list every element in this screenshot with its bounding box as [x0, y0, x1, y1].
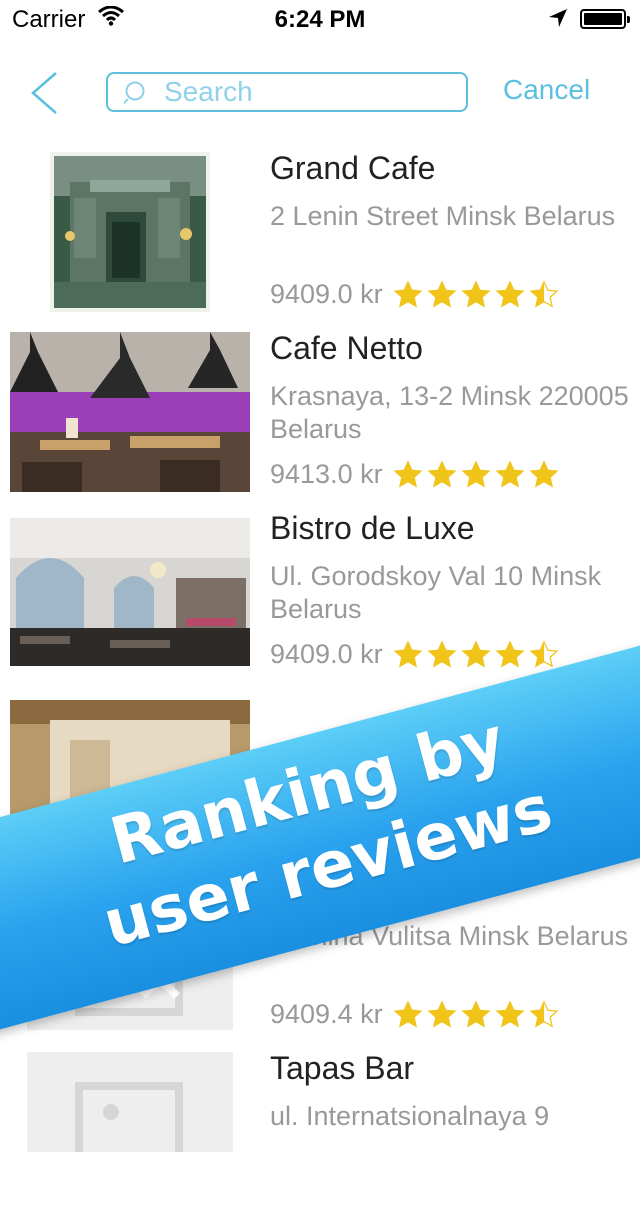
clock: 6:24 PM: [274, 6, 366, 33]
star-filled-icon: [461, 459, 491, 487]
star-filled-icon: [393, 459, 423, 487]
star-filled-icon: [393, 639, 423, 667]
star-filled-icon: [495, 639, 525, 667]
star-filled-icon: [461, 639, 491, 667]
image-placeholder-icon: [75, 1082, 183, 1160]
rating-stars: [393, 459, 563, 490]
place-photo: [10, 332, 250, 492]
star-half-icon: [529, 639, 559, 667]
photo-placeholder: [27, 1052, 233, 1160]
rating-stars: [393, 279, 563, 310]
battery-icon: [580, 9, 630, 29]
star-filled-icon: [529, 459, 559, 487]
list-item[interactable]: Bistro de Luxe Ul. Gorodskoy Val 10 Mins…: [0, 510, 640, 690]
search-input[interactable]: [164, 76, 454, 108]
star-filled-icon: [461, 279, 491, 307]
place-name: Tapas Bar: [270, 1050, 415, 1086]
back-button[interactable]: [28, 70, 62, 116]
place-price: 9413.0 kr: [270, 459, 383, 489]
place-price: 9409.4 kr: [270, 999, 383, 1029]
place-price: 9409.0 kr: [270, 279, 383, 309]
place-name: Bistro de Luxe: [270, 510, 475, 546]
star-filled-icon: [495, 459, 525, 487]
status-bar: Carrier 6:24 PM: [0, 0, 640, 40]
star-half-icon: [529, 999, 559, 1027]
rating-stars: [393, 999, 563, 1030]
place-price: 9409.0 kr: [270, 639, 383, 669]
search-field[interactable]: [106, 72, 468, 112]
list-item[interactable]: Grand Cafe 2 Lenin Street Minsk Belarus …: [0, 150, 640, 330]
place-photo: [50, 152, 210, 312]
search-bar: Cancel: [0, 40, 640, 130]
chevron-left-icon: [31, 72, 57, 114]
place-address: 2 Lenin Street Minsk Belarus: [270, 201, 616, 231]
star-half-icon: [529, 279, 559, 307]
star-filled-icon: [461, 999, 491, 1027]
star-filled-icon: [495, 999, 525, 1027]
location-arrow-icon: [548, 8, 568, 33]
place-name: Cafe Netto: [270, 330, 423, 366]
star-filled-icon: [427, 279, 457, 307]
place-address: Krasnaya, 13-2 Minsk 220005 Belarus: [270, 381, 629, 444]
star-filled-icon: [393, 279, 423, 307]
search-icon: [121, 80, 150, 111]
place-address: Ul. Gorodskoy Val 10 Minsk Belarus: [270, 561, 602, 624]
list-item[interactable]: Cafe Netto Krasnaya, 13-2 Minsk 220005 B…: [0, 330, 640, 510]
place-photo: [10, 518, 250, 666]
cancel-button[interactable]: Cancel: [503, 74, 590, 106]
star-filled-icon: [427, 639, 457, 667]
rating-stars: [393, 639, 563, 670]
place-name: Grand Cafe: [270, 150, 436, 186]
place-address: ul. Internatsionalnaya 9: [270, 1101, 550, 1131]
star-filled-icon: [427, 999, 457, 1027]
star-filled-icon: [393, 999, 423, 1027]
star-filled-icon: [427, 459, 457, 487]
star-filled-icon: [495, 279, 525, 307]
list-item[interactable]: Tapas Bar ul. Internatsionalnaya 9: [0, 1050, 640, 1230]
